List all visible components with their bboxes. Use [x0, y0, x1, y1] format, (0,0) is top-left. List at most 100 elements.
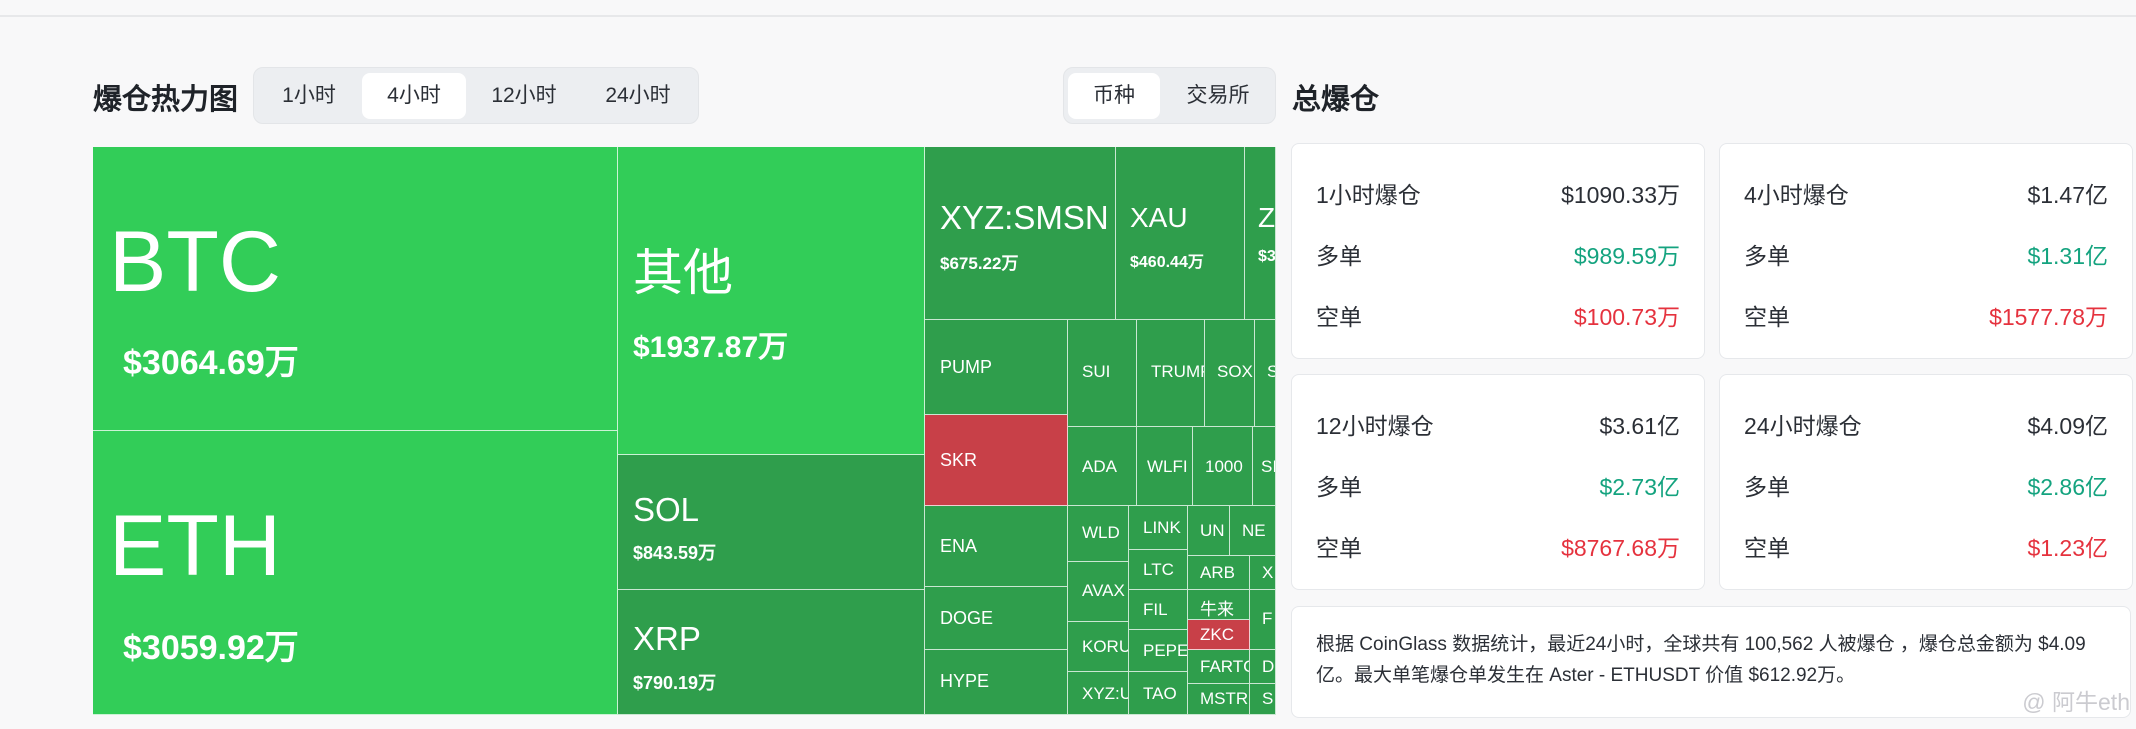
- long-value: $2.73亿: [1599, 474, 1680, 500]
- tile-name: LTC: [1143, 560, 1174, 579]
- tile-skr[interactable]: SKR: [925, 415, 1068, 506]
- tile-name: ENA: [940, 536, 978, 556]
- tile-name: 其他: [633, 245, 733, 301]
- tile-value: $460.44万: [1130, 254, 1204, 271]
- tile-arb[interactable]: ARB: [1188, 556, 1250, 590]
- short-row: 空单 $8767.68万: [1316, 532, 1680, 564]
- tile-ne[interactable]: NE: [1230, 506, 1276, 556]
- tile-xyz-smsn[interactable]: XYZ:SMSN $675.22万: [925, 147, 1116, 320]
- tile-name: SOL: [633, 491, 700, 528]
- short-label: 空单: [1744, 535, 1790, 561]
- tab-1h[interactable]: 1小时: [258, 73, 360, 119]
- tile-name: X: [1262, 563, 1274, 582]
- tab-4h[interactable]: 4小时: [362, 73, 466, 119]
- tile-f[interactable]: F: [1250, 590, 1276, 650]
- tile-link[interactable]: LINK: [1129, 506, 1188, 550]
- tile-wld[interactable]: WLD: [1068, 506, 1129, 562]
- tile-name: S: [1262, 689, 1274, 708]
- tile-eth[interactable]: ETH $3059.92万: [93, 431, 618, 715]
- short-value: $100.73万: [1573, 304, 1680, 330]
- tile-d[interactable]: D: [1250, 650, 1276, 684]
- tile-name: WLFI: [1147, 457, 1188, 476]
- tile-sol[interactable]: SOL $843.59万: [618, 455, 925, 590]
- tile-ada[interactable]: ADA: [1068, 427, 1137, 506]
- total-value: $3.61亿: [1599, 413, 1680, 439]
- tile-koru[interactable]: KORU: [1068, 622, 1129, 672]
- tile-name: XRP: [633, 620, 701, 657]
- tile-fartc[interactable]: FARTC: [1188, 650, 1250, 684]
- tile-pepe[interactable]: PEPE: [1129, 630, 1188, 672]
- tile-name: TAO: [1143, 684, 1177, 703]
- tile-pump[interactable]: PUMP: [925, 320, 1068, 415]
- top-divider: [0, 15, 2136, 17]
- tile-name: 牛来: [1200, 600, 1234, 619]
- tile-zkc[interactable]: ZKC: [1188, 620, 1250, 650]
- tile-name: XYZ:SMSN: [940, 199, 1109, 236]
- tile-others[interactable]: 其他 $1937.87万: [618, 147, 925, 455]
- tile-name: AVAX: [1082, 581, 1125, 600]
- tile-name: ADA: [1082, 457, 1117, 476]
- tile-niulai[interactable]: 牛来: [1188, 590, 1250, 620]
- long-label: 多单: [1316, 243, 1362, 269]
- long-value: $989.59万: [1573, 243, 1680, 269]
- tile-btc[interactable]: BTC $3064.69万: [93, 147, 618, 431]
- tile-x[interactable]: X: [1250, 556, 1276, 590]
- tile-value: $3: [1258, 248, 1276, 265]
- tile-xrp[interactable]: XRP $790.19万: [618, 590, 925, 715]
- tile-value: $675.22万: [940, 254, 1019, 273]
- long-value: $2.86亿: [2027, 474, 2108, 500]
- tile-sox[interactable]: SOX: [1205, 320, 1255, 427]
- tile-name: KORU: [1082, 637, 1129, 656]
- tile-ena[interactable]: ENA: [925, 506, 1068, 587]
- tile-sui[interactable]: SUI: [1068, 320, 1137, 427]
- short-value: $1577.78万: [1989, 304, 2108, 330]
- tile-1000[interactable]: 1000: [1193, 427, 1253, 506]
- total-row: 24小时爆仓 $4.09亿: [1744, 410, 2108, 442]
- tile-fil[interactable]: FIL: [1129, 590, 1188, 630]
- tile-trump[interactable]: TRUMP: [1137, 320, 1205, 427]
- short-value: $8767.68万: [1561, 535, 1680, 561]
- tile-s2[interactable]: S: [1250, 684, 1276, 715]
- card-title: 12小时爆仓: [1316, 413, 1434, 439]
- liquidation-heatmap: BTC $3064.69万 ETH $3059.92万 其他 $1937.87万…: [93, 147, 1276, 715]
- tile-name: FIL: [1143, 600, 1168, 619]
- tile-tao[interactable]: TAO: [1129, 672, 1188, 715]
- tile-si[interactable]: SI: [1253, 427, 1276, 506]
- tile-name: XAU: [1130, 202, 1188, 233]
- tile-ltc[interactable]: LTC: [1129, 550, 1188, 590]
- tile-name: SKR: [940, 450, 978, 470]
- tile-wlfi[interactable]: WLFI: [1137, 427, 1193, 506]
- tile-name: UN: [1200, 521, 1225, 540]
- tile-un[interactable]: UN: [1188, 506, 1230, 556]
- tile-avax[interactable]: AVAX: [1068, 562, 1129, 622]
- tile-doge[interactable]: DOGE: [925, 587, 1068, 650]
- tile-s[interactable]: S: [1255, 320, 1276, 427]
- tile-name: PUMP: [940, 357, 993, 377]
- tile-name: WLD: [1082, 523, 1120, 542]
- tile-hype[interactable]: HYPE: [925, 650, 1068, 715]
- tab-12h[interactable]: 12小时: [468, 73, 580, 119]
- long-value: $1.31亿: [2027, 243, 2108, 269]
- long-row: 多单 $2.73亿: [1316, 471, 1680, 503]
- tile-xau[interactable]: XAU $460.44万: [1116, 147, 1245, 320]
- tile-value: $3059.92万: [123, 629, 299, 667]
- tile-mstr[interactable]: MSTR: [1188, 684, 1250, 715]
- tab-coin[interactable]: 币种: [1068, 73, 1160, 119]
- tab-24h[interactable]: 24小时: [582, 73, 694, 119]
- tile-name: D: [1262, 657, 1275, 676]
- total-row: 4小时爆仓 $1.47亿: [1744, 179, 2108, 211]
- tile-value: $3064.69万: [123, 344, 299, 382]
- tile-name: PEPE: [1143, 641, 1188, 660]
- tile-name: XYZ:U: [1082, 684, 1129, 703]
- heatmap-title: 爆仓热力图: [93, 84, 239, 116]
- tile-z[interactable]: Z $3: [1245, 147, 1276, 320]
- tile-xyz-u[interactable]: XYZ:U: [1068, 672, 1129, 715]
- short-label: 空单: [1316, 535, 1362, 561]
- long-label: 多单: [1744, 243, 1790, 269]
- tile-name: HYPE: [940, 671, 990, 691]
- short-label: 空单: [1744, 304, 1790, 330]
- long-row: 多单 $2.86亿: [1744, 471, 2108, 503]
- long-row: 多单 $989.59万: [1316, 240, 1680, 272]
- tab-exchange[interactable]: 交易所: [1164, 73, 1272, 119]
- long-row: 多单 $1.31亿: [1744, 240, 2108, 272]
